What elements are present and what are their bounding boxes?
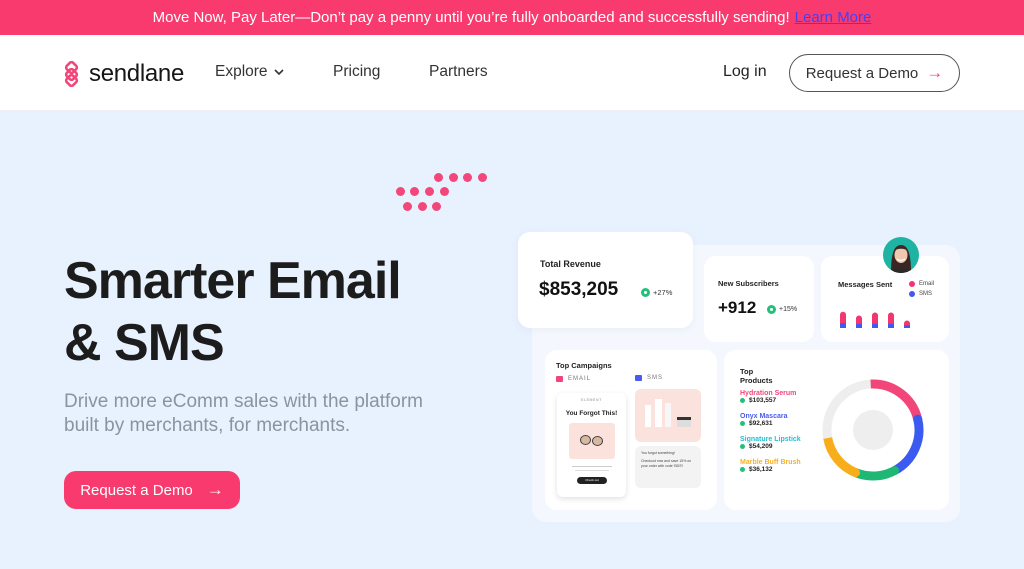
trend-up-icon bbox=[767, 305, 776, 314]
sms-tab-label: SMS bbox=[647, 375, 664, 381]
status-dot-icon bbox=[740, 421, 745, 426]
hero-title: Smarter Email & SMS bbox=[64, 250, 402, 374]
products-donut-chart bbox=[822, 379, 924, 481]
bar-sms bbox=[904, 325, 910, 328]
product-name: Onyx Mascara bbox=[740, 413, 788, 420]
email-preview: ELEMENT You Forgot This! Check out bbox=[557, 393, 626, 497]
status-dot-icon bbox=[740, 467, 745, 472]
nav-partners-label: Partners bbox=[429, 63, 488, 80]
email-brand: ELEMENT bbox=[581, 398, 602, 402]
email-tab-label: EMAIL bbox=[568, 376, 592, 382]
request-demo-nav-button[interactable]: Request a Demo → bbox=[789, 54, 960, 92]
new-subscribers-card: New Subscribers +912 +15% bbox=[704, 256, 814, 342]
promo-text: Move Now, Pay Later—Don’t pay a penny un… bbox=[152, 9, 790, 26]
request-demo-hero-label: Request a Demo bbox=[80, 481, 193, 499]
request-demo-nav-label: Request a Demo bbox=[805, 64, 919, 82]
nav-explore[interactable]: Explore bbox=[215, 63, 284, 81]
total-revenue-label: Total Revenue bbox=[540, 259, 601, 269]
bar-sms bbox=[872, 323, 878, 328]
revenue-delta: +27% bbox=[641, 288, 672, 297]
user-avatar bbox=[883, 237, 919, 273]
nav-pricing[interactable]: Pricing bbox=[333, 63, 380, 81]
product-value: $92,631 bbox=[749, 420, 773, 427]
total-revenue-value: $853,205 bbox=[539, 279, 619, 300]
messages-sent-card: Messages Sent Email SMS bbox=[821, 256, 949, 342]
top-products-card: Top Products Hydration Serum $103,557 On… bbox=[724, 350, 949, 510]
new-subscribers-label: New Subscribers bbox=[718, 279, 779, 288]
nav-explore-label: Explore bbox=[215, 63, 268, 80]
donut-slice bbox=[851, 466, 900, 481]
email-checkout-button: Check out bbox=[577, 477, 607, 484]
hero-title-line2: & SMS bbox=[64, 314, 225, 372]
top-campaigns-label: Top Campaigns bbox=[556, 361, 612, 370]
messages-bar-chart bbox=[840, 311, 910, 328]
nav-partners[interactable]: Partners bbox=[429, 63, 488, 81]
top-products-label: Top Products bbox=[740, 367, 773, 385]
product-item: Signature Lipstick $54,209 bbox=[740, 436, 801, 459]
person-portrait-icon bbox=[891, 245, 911, 273]
status-dot-icon bbox=[740, 444, 745, 449]
sms-message-preview: You forgot something! Checkout now and s… bbox=[635, 446, 701, 488]
donut-slice bbox=[823, 433, 861, 478]
product-item: Marble Buff Brush $36,132 bbox=[740, 459, 801, 482]
sms-tab[interactable]: SMS bbox=[635, 375, 663, 381]
hero-subtitle: Drive more eComm sales with the platform… bbox=[64, 390, 484, 438]
product-value: $103,557 bbox=[749, 397, 777, 404]
promo-banner: Move Now, Pay Later—Don’t pay a penny un… bbox=[0, 0, 1024, 35]
new-subscribers-value: +912 bbox=[718, 298, 757, 317]
revenue-delta-value: +27% bbox=[653, 288, 673, 297]
sms-line1: You forgot something! bbox=[641, 451, 675, 455]
hero-title-line1: Smarter Email bbox=[64, 252, 402, 310]
decorative-dots bbox=[396, 173, 487, 215]
product-name: Signature Lipstick bbox=[740, 436, 801, 443]
brand-name: sendlane bbox=[89, 60, 185, 87]
hero-subtitle-line2: built by merchants, for merchants. bbox=[64, 415, 351, 436]
product-name: Hydration Serum bbox=[740, 390, 797, 397]
bar-sms bbox=[888, 323, 894, 328]
bar-sms bbox=[840, 323, 846, 328]
envelope-icon bbox=[556, 376, 563, 382]
product-item: Onyx Mascara $92,631 bbox=[740, 413, 801, 436]
top-products-label-line1: Top bbox=[740, 367, 754, 376]
email-headline: You Forgot This! bbox=[565, 410, 618, 417]
nav-pricing-label: Pricing bbox=[333, 63, 381, 80]
top-campaigns-card: Top Campaigns EMAIL SMS ELEMENT You Forg… bbox=[545, 350, 717, 510]
bar-sms bbox=[856, 323, 862, 328]
subscribers-delta: +15% bbox=[767, 305, 797, 314]
product-value: $36,132 bbox=[749, 466, 773, 473]
request-demo-hero-button[interactable]: Request a Demo → bbox=[64, 471, 240, 509]
donut-slice bbox=[890, 414, 924, 476]
arrow-right-icon: → bbox=[206, 480, 224, 499]
product-image bbox=[569, 423, 615, 459]
brand-logo[interactable]: sendlane bbox=[63, 60, 184, 88]
subscribers-delta-value: +15% bbox=[779, 306, 798, 313]
email-tab[interactable]: EMAIL bbox=[556, 376, 591, 382]
chevron-down-icon bbox=[273, 69, 284, 75]
top-products-label-line2: Products bbox=[740, 376, 773, 385]
chat-bubble-icon bbox=[635, 375, 642, 381]
product-item: Hydration Serum $103,557 bbox=[740, 390, 801, 413]
learn-more-link[interactable]: Learn More bbox=[795, 9, 872, 26]
product-value: $54,209 bbox=[749, 443, 773, 450]
status-dot-icon bbox=[740, 398, 745, 403]
login-link[interactable]: Log in bbox=[723, 63, 767, 81]
donut-center bbox=[853, 410, 893, 450]
hero-subtitle-line1: Drive more eComm sales with the platform bbox=[64, 391, 423, 412]
sms-line2: Checkout now and save 15% on your order … bbox=[641, 459, 692, 468]
sendlane-logo-icon bbox=[64, 61, 79, 87]
product-name: Marble Buff Brush bbox=[740, 459, 801, 466]
top-nav: sendlane Explore Pricing Partners Log in… bbox=[0, 35, 1024, 111]
arrow-right-icon: → bbox=[926, 63, 944, 82]
sms-product-image bbox=[635, 389, 701, 442]
total-revenue-card: Total Revenue $853,205 +27% bbox=[518, 232, 693, 328]
trend-up-icon bbox=[641, 288, 650, 297]
top-products-list: Hydration Serum $103,557 Onyx Mascara $9… bbox=[740, 390, 801, 482]
